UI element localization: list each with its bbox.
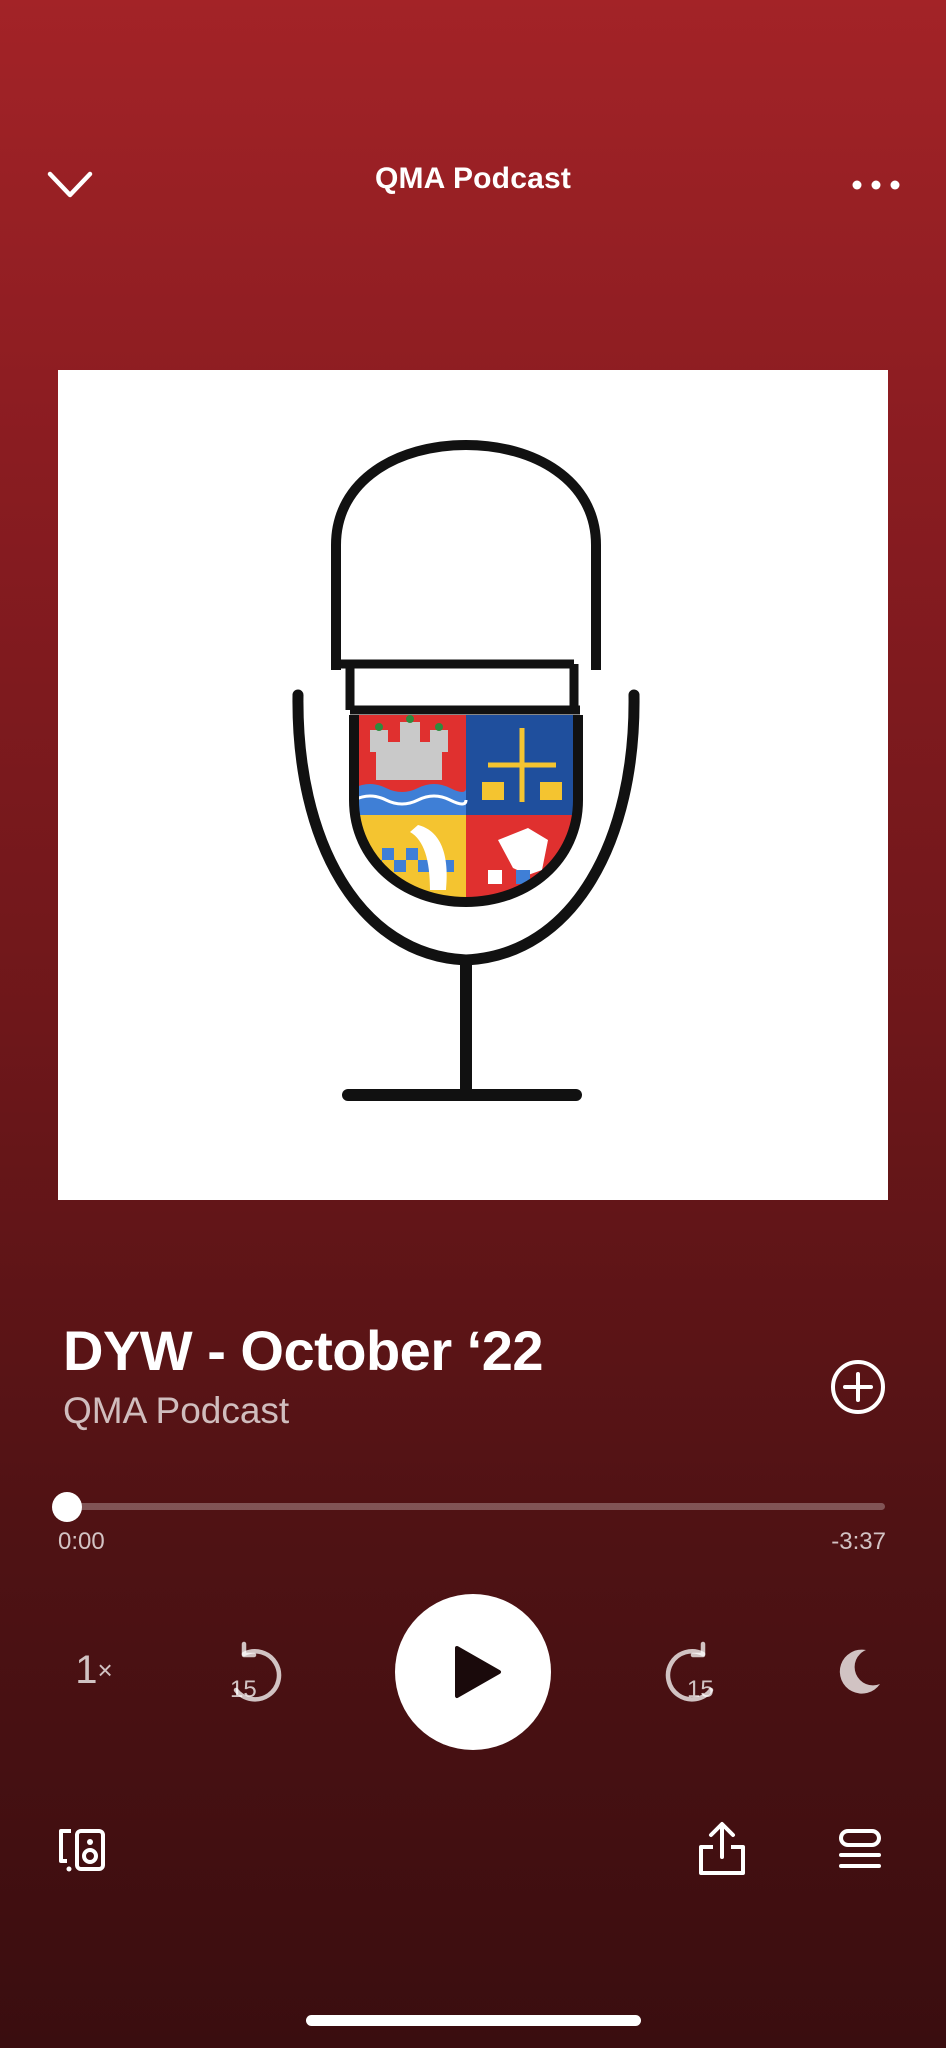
elapsed-time: 0:00 bbox=[58, 1528, 105, 1555]
play-icon bbox=[455, 1646, 501, 1698]
share-icon bbox=[699, 1822, 745, 1875]
connect-device-icon bbox=[59, 1829, 105, 1872]
speed-suffix: × bbox=[97, 1654, 113, 1685]
remaining-time: -3:37 bbox=[831, 1528, 886, 1555]
connect-device-button[interactable] bbox=[54, 1822, 110, 1878]
sleep-timer-button[interactable] bbox=[828, 1642, 888, 1702]
skip-forward-button[interactable]: 15 bbox=[655, 1640, 725, 1710]
play-button[interactable] bbox=[395, 1594, 551, 1750]
progress-track[interactable] bbox=[67, 1503, 885, 1510]
progress-scrubber-handle[interactable] bbox=[52, 1492, 82, 1522]
show-name[interactable]: QMA Podcast bbox=[63, 1390, 289, 1432]
skip-forward-seconds: 15 bbox=[687, 1676, 714, 1703]
more-options-button[interactable] bbox=[846, 165, 906, 205]
playback-speed-button[interactable]: 1 × bbox=[64, 1640, 124, 1700]
podcast-artwork bbox=[58, 370, 888, 1200]
add-circle-icon bbox=[831, 1360, 885, 1414]
queue-button[interactable] bbox=[832, 1822, 888, 1876]
skip-back-seconds: 15 bbox=[230, 1676, 257, 1703]
add-to-library-button[interactable] bbox=[826, 1355, 890, 1419]
episode-title: DYW - October ‘22 bbox=[63, 1319, 544, 1382]
queue-icon bbox=[839, 1829, 881, 1868]
skip-back-button[interactable]: 15 bbox=[222, 1640, 292, 1710]
share-button[interactable] bbox=[694, 1818, 750, 1880]
more-options-icon bbox=[852, 180, 900, 190]
home-indicator[interactable] bbox=[306, 2015, 641, 2026]
microphone-crest-image bbox=[292, 440, 640, 1101]
moon-icon bbox=[839, 1649, 880, 1694]
header-title: QMA Podcast bbox=[374, 162, 572, 195]
speed-value: 1 bbox=[75, 1647, 98, 1692]
